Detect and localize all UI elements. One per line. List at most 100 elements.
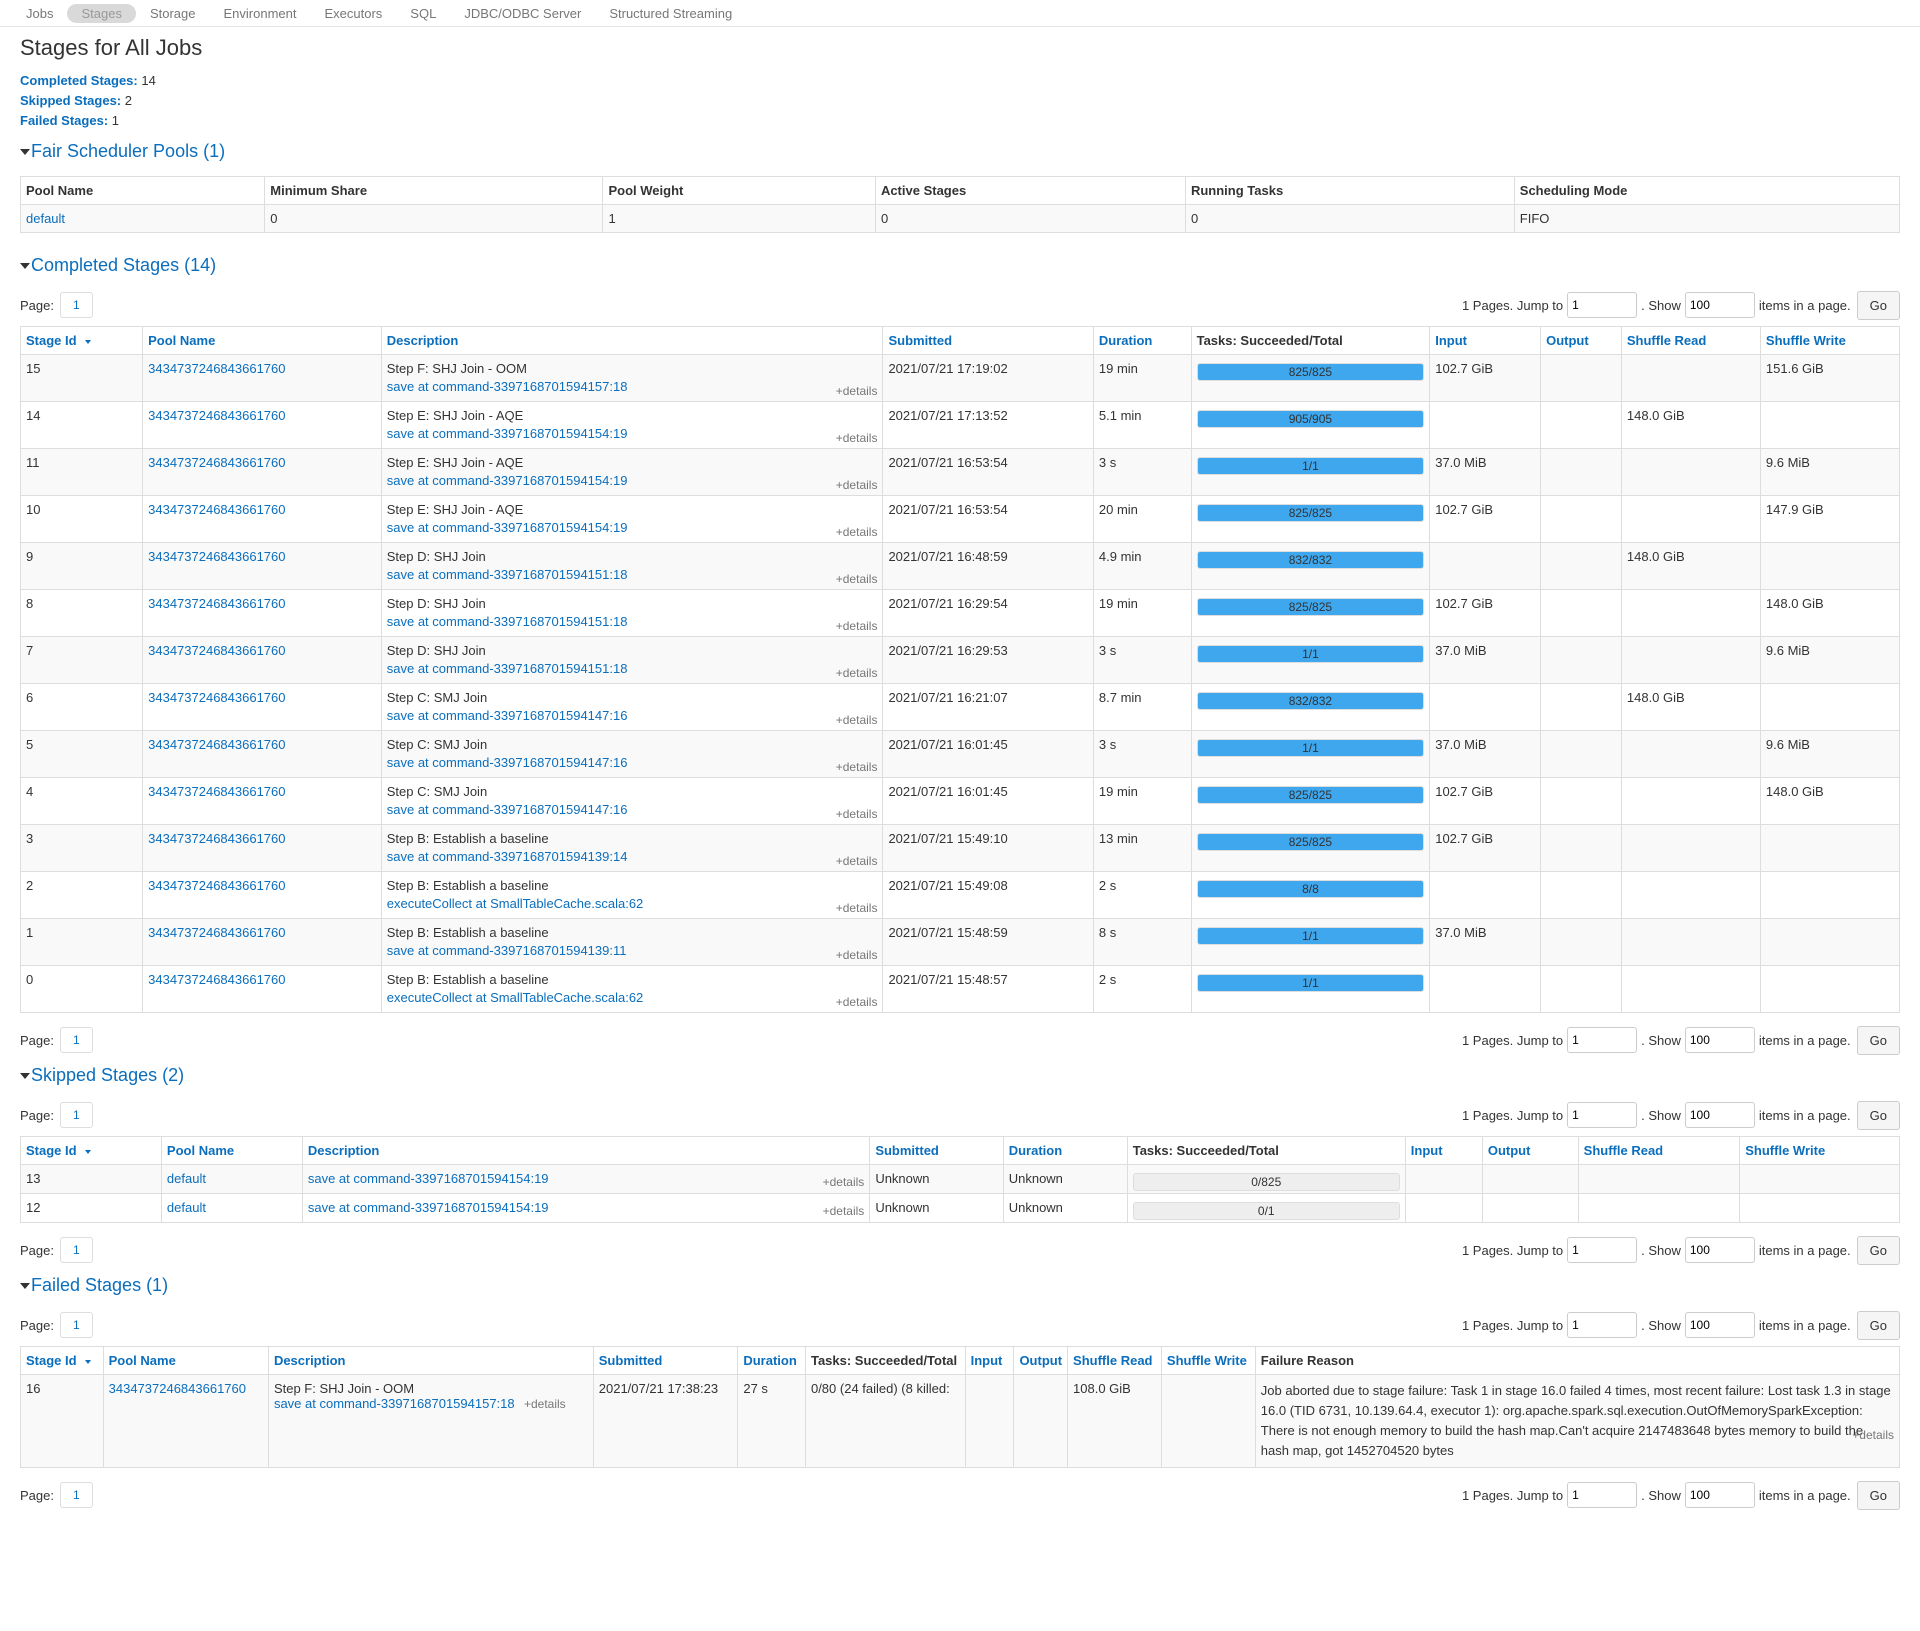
details-toggle[interactable]: +details — [836, 760, 878, 774]
stage-detail-link[interactable]: save at command-3397168701594154:19 — [308, 1171, 549, 1186]
pool-link[interactable]: 3434737246843661760 — [148, 925, 285, 940]
column-header-tasks-succeeded-total[interactable]: Tasks: Succeeded/Total — [804, 1346, 966, 1375]
column-header-stage-id[interactable]: Stage Id — [19, 326, 144, 355]
column-header-shuffle-read[interactable]: Shuffle Read — [1620, 326, 1761, 355]
column-header-input[interactable]: Input — [1429, 326, 1542, 355]
column-header-shuffle-write[interactable]: Shuffle Write — [1160, 1346, 1256, 1375]
column-header-description[interactable]: Description — [380, 326, 884, 355]
column-header-tasks-succeeded-total[interactable]: Tasks: Succeeded/Total — [1190, 326, 1431, 355]
go-button[interactable]: Go — [1856, 1100, 1900, 1130]
section-header-completed[interactable]: Completed Stages (14) — [20, 255, 1900, 276]
pool-name-link[interactable]: default — [26, 211, 65, 226]
jump-to-page-input[interactable] — [1567, 1027, 1638, 1053]
stage-detail-link[interactable]: save at command-3397168701594157:18 — [274, 1396, 515, 1411]
details-toggle[interactable]: +details — [1852, 1425, 1894, 1445]
nav-tab-jdbc-odbc-server[interactable]: JDBC/ODBC Server — [450, 4, 595, 23]
page-size-input[interactable] — [1684, 1027, 1755, 1053]
column-header-pool-name[interactable]: Pool Name — [160, 1136, 303, 1165]
nav-tab-jobs[interactable]: Jobs — [12, 4, 67, 23]
jump-to-page-input[interactable] — [1567, 1312, 1638, 1338]
column-header-shuffle-write[interactable]: Shuffle Write — [1759, 326, 1901, 355]
details-toggle[interactable]: +details — [836, 572, 878, 586]
go-button[interactable]: Go — [1856, 1310, 1900, 1340]
column-header-input[interactable]: Input — [964, 1346, 1015, 1375]
column-header-duration[interactable]: Duration — [1092, 326, 1192, 355]
pool-link[interactable]: 3434737246843661760 — [148, 878, 285, 893]
details-toggle[interactable]: +details — [836, 666, 878, 680]
column-header-pool-name[interactable]: Pool Name — [142, 326, 382, 355]
go-button[interactable]: Go — [1856, 290, 1900, 320]
page-number-button[interactable]: 1 — [59, 1237, 93, 1263]
column-header-stage-id[interactable]: Stage Id — [20, 1346, 104, 1375]
details-toggle[interactable]: +details — [836, 478, 878, 492]
pool-link[interactable]: 3434737246843661760 — [148, 455, 285, 470]
go-button[interactable]: Go — [1856, 1025, 1900, 1055]
details-toggle[interactable]: +details — [823, 1204, 865, 1218]
jump-to-page-input[interactable] — [1567, 1102, 1638, 1128]
details-toggle[interactable]: +details — [836, 619, 878, 633]
column-header-shuffle-read[interactable]: Shuffle Read — [1577, 1136, 1741, 1165]
column-header-shuffle-write[interactable]: Shuffle Write — [1739, 1136, 1900, 1165]
stage-detail-link[interactable]: save at command-3397168701594154:19 — [387, 473, 878, 488]
stage-detail-link[interactable]: save at command-3397168701594139:14 — [387, 849, 878, 864]
details-toggle[interactable]: +details — [836, 901, 878, 915]
jump-to-page-input[interactable] — [1567, 1237, 1638, 1263]
stage-detail-link[interactable]: save at command-3397168701594154:19 — [387, 426, 878, 441]
pool-link[interactable]: default — [167, 1171, 206, 1186]
column-header-pool-name[interactable]: Pool Name — [102, 1346, 269, 1375]
stage-detail-link[interactable]: save at command-3397168701594151:18 — [387, 661, 878, 676]
stage-detail-link[interactable]: save at command-3397168701594139:11 — [387, 943, 878, 958]
stage-detail-link[interactable]: save at command-3397168701594151:18 — [387, 614, 878, 629]
pool-link[interactable]: 3434737246843661760 — [148, 502, 285, 517]
details-toggle[interactable]: +details — [836, 431, 878, 445]
nav-tab-environment[interactable]: Environment — [210, 4, 311, 23]
column-header-submitted[interactable]: Submitted — [869, 1136, 1004, 1165]
pool-link[interactable]: 3434737246843661760 — [148, 784, 285, 799]
details-toggle[interactable]: +details — [823, 1175, 865, 1189]
jump-to-page-input[interactable] — [1567, 292, 1638, 318]
go-button[interactable]: Go — [1856, 1480, 1900, 1510]
pool-link[interactable]: 3434737246843661760 — [148, 549, 285, 564]
pool-link[interactable]: 3434737246843661760 — [148, 596, 285, 611]
column-header-output[interactable]: Output — [1013, 1346, 1069, 1375]
jump-to-page-input[interactable] — [1567, 1482, 1638, 1508]
pool-link[interactable]: 3434737246843661760 — [148, 361, 285, 376]
column-header-output[interactable]: Output — [1481, 1136, 1579, 1165]
go-button[interactable]: Go — [1856, 1235, 1900, 1265]
section-header-failed[interactable]: Failed Stages (1) — [20, 1275, 1900, 1296]
column-header-input[interactable]: Input — [1404, 1136, 1483, 1165]
stage-detail-link[interactable]: save at command-3397168701594147:16 — [387, 708, 878, 723]
column-header-description[interactable]: Description — [267, 1346, 594, 1375]
column-header-submitted[interactable]: Submitted — [592, 1346, 739, 1375]
column-header-duration[interactable]: Duration — [737, 1346, 806, 1375]
summary-label[interactable]: Failed Stages: — [20, 113, 108, 128]
page-number-button[interactable]: 1 — [59, 1312, 93, 1338]
nav-tab-sql[interactable]: SQL — [396, 4, 450, 23]
nav-tab-executors[interactable]: Executors — [310, 4, 396, 23]
column-header-failure-reason[interactable]: Failure Reason — [1254, 1346, 1901, 1375]
page-number-button[interactable]: 1 — [59, 292, 93, 318]
stage-detail-link[interactable]: save at command-3397168701594151:18 — [387, 567, 878, 582]
page-size-input[interactable] — [1684, 1237, 1755, 1263]
details-toggle[interactable]: +details — [836, 854, 878, 868]
column-header-output[interactable]: Output — [1540, 326, 1622, 355]
pool-link[interactable]: 3434737246843661760 — [148, 408, 285, 423]
column-header-submitted[interactable]: Submitted — [882, 326, 1094, 355]
summary-label[interactable]: Skipped Stages: — [20, 93, 121, 108]
pool-link[interactable]: default — [167, 1200, 206, 1215]
stage-detail-link[interactable]: save at command-3397168701594147:16 — [387, 755, 878, 770]
nav-tab-storage[interactable]: Storage — [136, 4, 210, 23]
stage-detail-link[interactable]: save at command-3397168701594154:19 — [387, 520, 878, 535]
column-header-description[interactable]: Description — [301, 1136, 871, 1165]
details-toggle[interactable]: +details — [521, 1397, 566, 1411]
page-number-button[interactable]: 1 — [59, 1027, 93, 1053]
details-toggle[interactable]: +details — [836, 807, 878, 821]
pool-link[interactable]: 3434737246843661760 — [148, 737, 285, 752]
stage-detail-link[interactable]: save at command-3397168701594154:19 — [308, 1200, 549, 1215]
pool-link[interactable]: 3434737246843661760 — [148, 643, 285, 658]
column-header-shuffle-read[interactable]: Shuffle Read — [1067, 1346, 1162, 1375]
column-header-duration[interactable]: Duration — [1002, 1136, 1128, 1165]
page-number-button[interactable]: 1 — [59, 1102, 93, 1128]
nav-tab-stages[interactable]: Stages — [67, 3, 136, 23]
page-size-input[interactable] — [1684, 1482, 1755, 1508]
